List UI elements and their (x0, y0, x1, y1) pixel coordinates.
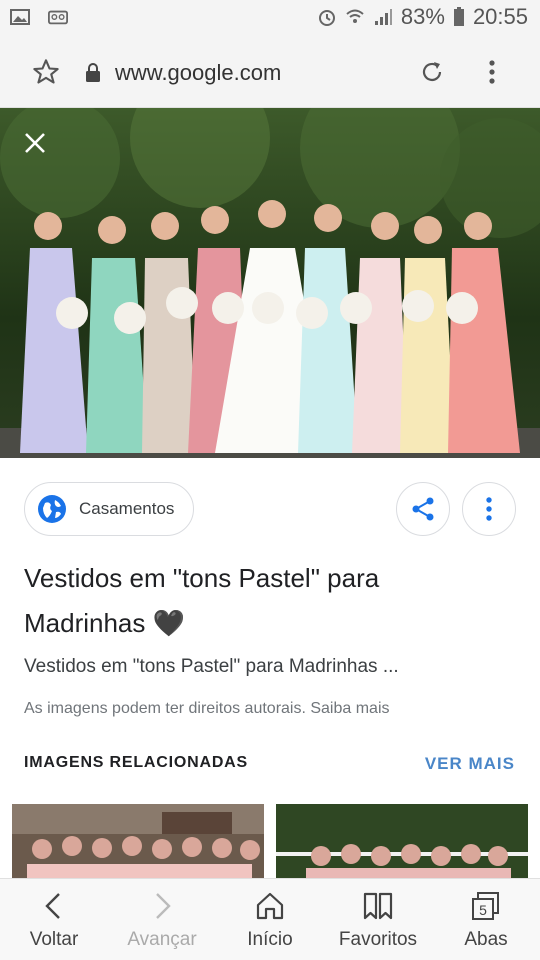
gallery-notification-icon (10, 9, 30, 25)
hero-image[interactable] (0, 108, 540, 458)
lock-icon (86, 63, 100, 82)
more-options-button[interactable] (462, 482, 516, 536)
browser-bottom-nav: Voltar Avançar Início Favoritos 5 Abas (0, 878, 540, 960)
share-button[interactable] (396, 482, 450, 536)
nav-forward-label: Avançar (127, 929, 197, 950)
nav-home-label: Início (247, 929, 293, 950)
forward-icon (156, 893, 171, 919)
copyright-notice[interactable]: As imagens podem ter direitos autorais. … (24, 700, 390, 718)
wifi-icon (346, 9, 364, 23)
clock: 20:55 (472, 4, 528, 29)
nav-back-label: Voltar (29, 929, 79, 950)
globe-icon (38, 495, 66, 523)
bookmark-star-icon[interactable] (32, 58, 60, 86)
battery-icon (453, 7, 464, 26)
nav-bookmarks-label: Favoritos (338, 929, 418, 950)
status-bar: 83% 20:55 (0, 0, 540, 36)
bookmarks-icon (363, 892, 393, 920)
home-icon (256, 892, 284, 920)
related-photo-1 (12, 804, 264, 878)
battery-percent: 83% (400, 4, 445, 29)
nav-home[interactable]: Início (216, 879, 324, 960)
close-icon[interactable] (20, 128, 50, 158)
image-title[interactable]: Vestidos em "tons Pastel" para Madrinhas… (24, 556, 504, 646)
related-images-heading: IMAGENS RELACIONADAS (24, 754, 249, 771)
see-more-link[interactable]: VER MAIS (425, 754, 515, 774)
voicemail-notification-icon (48, 10, 68, 25)
nav-tabs-label: Abas (464, 929, 508, 950)
source-chip-label: Casamentos (79, 499, 175, 518)
tabs-icon: 5 (472, 892, 499, 920)
nav-back[interactable]: Voltar (0, 879, 108, 960)
browser-url-bar: www.google.com (0, 36, 540, 108)
url-text[interactable]: www.google.com (115, 60, 281, 86)
bridesmaids-photo (0, 108, 540, 458)
image-subtitle[interactable]: Vestidos em "tons Pastel" para Madrinhas… (24, 656, 399, 678)
nav-tabs[interactable]: 5 Abas (432, 879, 540, 960)
more-menu-icon[interactable] (480, 58, 504, 86)
back-icon (45, 893, 60, 919)
tabs-count: 5 (479, 902, 487, 918)
more-vertical-icon (486, 497, 492, 521)
related-photo-2 (276, 804, 528, 878)
signal-icon (374, 9, 392, 25)
source-chip[interactable]: Casamentos (24, 482, 194, 536)
related-image-thumbnail[interactable] (12, 804, 264, 878)
nav-bookmarks[interactable]: Favoritos (324, 879, 432, 960)
reload-icon[interactable] (418, 58, 446, 86)
share-icon (412, 497, 434, 521)
alarm-icon (318, 10, 335, 26)
related-image-thumbnail[interactable] (276, 804, 528, 878)
nav-forward[interactable]: Avançar (108, 879, 216, 960)
